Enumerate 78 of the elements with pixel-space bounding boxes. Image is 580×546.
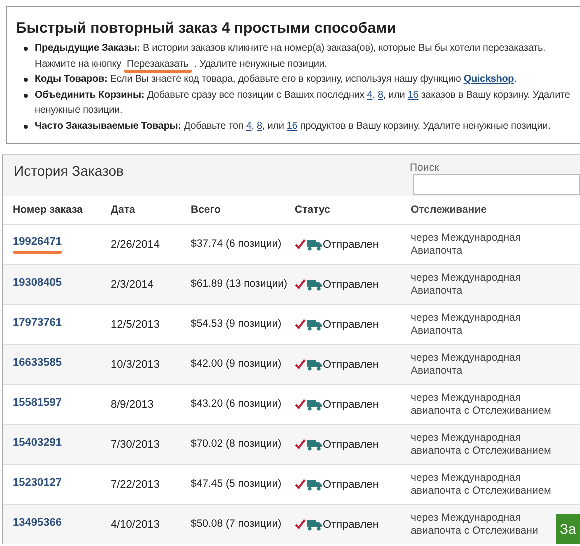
- tracking-cell-text: через Международная Авиапочта: [411, 232, 522, 258]
- side-button[interactable]: За: [556, 514, 580, 544]
- tracking-cell-text: через Международная авиапочта с Отслеживанием: [411, 432, 552, 458]
- truck-icon: [307, 438, 322, 450]
- date-cell-text: 7/30/2013: [111, 438, 161, 450]
- check-icon: [295, 359, 306, 370]
- order-link[interactable]: 19926471: [13, 236, 62, 254]
- tracking-cell-text: через Международная авиапочта с Отслеживанием: [411, 392, 552, 418]
- date-cell-text: 2/26/2014: [111, 238, 161, 250]
- total-cell-text: $47.45 (5 позиции): [191, 478, 283, 491]
- total-cell-text: $43.20 (6 позиции): [191, 398, 283, 411]
- status-text: Отправлен: [323, 318, 379, 330]
- total-cell-text: $61.89 (13 позиции): [191, 278, 288, 291]
- order-link[interactable]: 15581597: [13, 397, 62, 412]
- order-link[interactable]: 13495366: [13, 517, 62, 532]
- total-cell-text: $70.02 (8 позиции): [191, 438, 283, 451]
- status-text: Отправлен: [323, 398, 379, 410]
- date-cell-text: 7/22/2013: [111, 478, 161, 490]
- truck-icon: [307, 398, 322, 410]
- date-cell-text: 10/3/2013: [111, 358, 161, 370]
- order-link[interactable]: 17973761: [13, 317, 62, 332]
- tracking-cell-text: через Международная авиапочта с Отслеживани: [411, 512, 540, 538]
- total-cell-text: $54.53 (9 позиции): [191, 318, 283, 331]
- count-link[interactable]: 16: [408, 90, 419, 100]
- column-header: Отслеживание: [411, 204, 488, 216]
- tracking-cell-text: через Международная Авиапочта: [411, 312, 522, 338]
- count-link[interactable]: 8: [257, 120, 262, 132]
- date-cell-text: 8/9/2013: [111, 398, 155, 410]
- check-icon: [295, 279, 306, 290]
- order-link[interactable]: 15403291: [13, 437, 62, 452]
- column-header: Статус: [295, 204, 332, 216]
- check-icon: [295, 399, 306, 410]
- date-cell-text: 4/10/2013: [111, 518, 161, 530]
- check-icon: [295, 479, 306, 490]
- tracking-cell-text: через Международная авиапочта с Отслеживанием: [411, 472, 552, 498]
- status-text: Отправлен: [323, 238, 379, 250]
- truck-icon: [307, 238, 322, 250]
- check-icon: [295, 239, 306, 250]
- search-field[interactable]: [413, 174, 580, 195]
- tracking-cell-text: через Международная Авиапочта: [411, 352, 522, 378]
- count-link[interactable]: 4: [246, 120, 252, 132]
- section-title: Быстрый повторный заказ 4 простыми способами: [16, 20, 398, 37]
- tip-text: Часто Заказываемые Товары: Добавьте топ 4, 8, или 16 продуктов в Вашу корзину. Удалите ненужные позиции.: [35, 120, 551, 134]
- truck-icon: [307, 518, 322, 530]
- search-label: Поиск: [410, 162, 440, 174]
- status-text: Отправлен: [323, 478, 379, 490]
- tracking-cell-text: через Международная Авиапочта: [411, 272, 522, 298]
- order-link[interactable]: 15230127: [13, 477, 62, 492]
- count-link[interactable]: 4: [367, 90, 373, 100]
- check-icon: [295, 519, 306, 530]
- check-icon: [295, 439, 306, 450]
- panel-title: История Заказов: [13, 162, 124, 181]
- status-text: Отправлен: [323, 358, 379, 370]
- column-header: Дата: [111, 204, 136, 216]
- quickshop-link[interactable]: Quickshop: [464, 74, 514, 85]
- total-cell-text: $50.08 (7 позиции): [191, 518, 283, 531]
- truck-icon: [307, 278, 322, 290]
- reorder-button[interactable]: Перезаказать: [124, 58, 192, 72]
- truck-icon: [307, 318, 322, 330]
- tip-text: Объединить Корзины: Добавьте сразу все позиции с Ваших последних 4, 8, или 16 заказов в Вашу корзину. Удалите ненужные позиции.: [35, 88, 572, 118]
- status-text: Отправлен: [323, 278, 379, 290]
- truck-icon: [307, 358, 322, 370]
- count-link[interactable]: 16: [286, 120, 298, 132]
- truck-icon: [307, 478, 322, 490]
- order-link[interactable]: 19308405: [13, 277, 62, 292]
- status-text: Отправлен: [323, 518, 379, 530]
- tip-text: Предыдущие Заказы: В истории заказов кликните на номер(а) заказа(ов), которые Вы бы хотели перезаказать. Нажмите на кнопку Перезаказать . Удалите ненужные позиции.: [35, 41, 580, 72]
- total-cell-text: $37.74 (6 позиции): [191, 238, 283, 251]
- date-cell-text: 2/3/2014: [111, 278, 155, 290]
- tip-text: Коды Товаров: Если Вы знаете код товара, добавьте его в корзину, используя нашу функцию Quickshop.: [35, 73, 517, 87]
- column-header: Всего: [191, 204, 222, 216]
- status-text: Отправлен: [323, 438, 379, 450]
- check-icon: [295, 319, 306, 330]
- total-cell-text: $42.00 (9 позиции): [191, 358, 283, 371]
- column-header: Номер заказа: [12, 204, 84, 216]
- order-link[interactable]: 16633585: [13, 357, 62, 372]
- count-link[interactable]: 8: [378, 90, 384, 100]
- date-cell-text: 12/5/2013: [111, 318, 161, 330]
